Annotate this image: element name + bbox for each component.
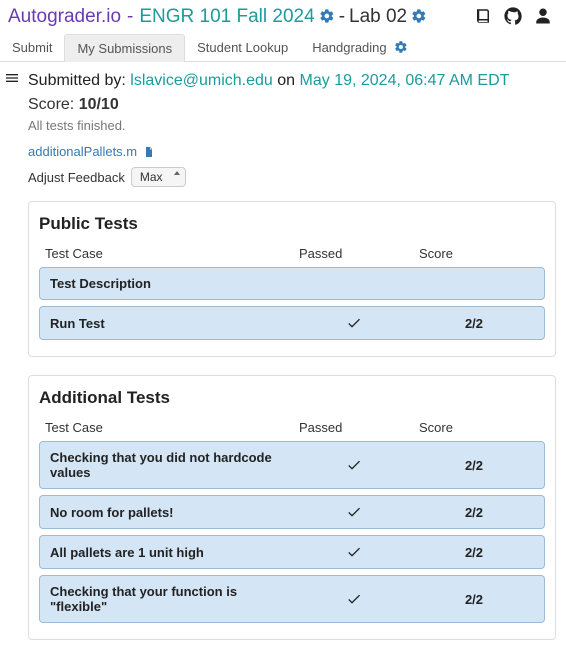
col-score: Score (419, 246, 539, 261)
test-passed (294, 544, 414, 560)
user-icon (534, 7, 552, 25)
lab-settings-gear[interactable] (411, 6, 427, 28)
check-icon (346, 315, 362, 331)
test-table-head: Test CasePassedScore (39, 242, 545, 267)
brand-link[interactable]: Autograder.io (8, 6, 121, 28)
section-title: Additional Tests (39, 388, 545, 408)
file-name: additionalPallets.m (28, 144, 137, 159)
sidebar-toggle[interactable] (4, 73, 20, 89)
github-button[interactable] (504, 7, 522, 28)
test-score: 2/2 (414, 458, 534, 473)
submitted-by-label: Submitted by: (28, 72, 130, 89)
tab-handgrading[interactable]: Handgrading (300, 34, 420, 61)
col-test-case: Test Case (45, 246, 299, 261)
test-name: Checking that your function is "flexible… (50, 584, 294, 614)
gear-icon (394, 40, 408, 54)
github-icon (504, 7, 522, 25)
check-icon (346, 504, 362, 520)
file-icon (143, 145, 155, 159)
test-name: Test Description (50, 276, 294, 291)
breadcrumb-separator: - (127, 6, 133, 28)
test-passed (294, 457, 414, 473)
header-actions (474, 7, 558, 28)
check-icon (346, 457, 362, 473)
status-text: All tests finished. (28, 118, 556, 133)
feedback-select-wrap[interactable]: Max (131, 167, 186, 187)
submitter-link[interactable]: lslavice@umich.edu (130, 72, 273, 89)
course-link[interactable]: ENGR 101 Fall 2024 (139, 6, 314, 28)
test-table-head: Test CasePassedScore (39, 416, 545, 441)
check-icon (346, 544, 362, 560)
test-row[interactable]: All pallets are 1 unit high 2/2 (39, 535, 545, 569)
score-line: Score: 10/10 (28, 96, 556, 114)
tab-submit[interactable]: Submit (0, 34, 64, 61)
app-header: Autograder.io - ENGR 101 Fall 2024 - Lab… (0, 0, 566, 34)
col-test-case: Test Case (45, 420, 299, 435)
check-icon (346, 591, 362, 607)
book-icon (474, 7, 492, 25)
test-name: Checking that you did not hardcode value… (50, 450, 294, 480)
feedback-select[interactable]: Max (131, 167, 186, 187)
gear-icon (411, 8, 427, 24)
test-name: Run Test (50, 316, 294, 331)
test-passed (294, 591, 414, 607)
tab-student-lookup[interactable]: Student Lookup (185, 34, 300, 61)
feedback-label: Adjust Feedback (28, 170, 125, 185)
section-title: Public Tests (39, 214, 545, 234)
test-row[interactable]: Run Test 2/2 (39, 306, 545, 340)
test-passed (294, 504, 414, 520)
test-section: Public Tests Test CasePassedScore Test Des… (28, 201, 556, 357)
submitted-by-line: Submitted by: lslavice@umich.edu on May … (28, 72, 556, 90)
test-passed (294, 315, 414, 331)
test-row[interactable]: Checking that your function is "flexible… (39, 575, 545, 623)
feedback-row: Adjust Feedback Max (28, 167, 556, 187)
test-row[interactable]: No room for pallets! 2/2 (39, 495, 545, 529)
score-value: 10/10 (79, 96, 119, 113)
test-name: No room for pallets! (50, 505, 294, 520)
lab-title: Lab 02 (349, 6, 407, 28)
gear-icon (319, 8, 335, 24)
test-name: All pallets are 1 unit high (50, 545, 294, 560)
account-button[interactable] (534, 7, 552, 28)
menu-icon (4, 70, 20, 86)
submission-timestamp[interactable]: May 19, 2024, 06:47 AM EDT (300, 72, 510, 89)
test-score: 2/2 (414, 545, 534, 560)
tab-handgrading-label: Handgrading (312, 40, 386, 55)
col-passed: Passed (299, 246, 419, 261)
test-score: 2/2 (414, 505, 534, 520)
test-row[interactable]: Test Description (39, 267, 545, 300)
test-section: Additional Tests Test CasePassedScore Chec… (28, 375, 556, 640)
breadcrumb: Autograder.io - ENGR 101 Fall 2024 - Lab… (8, 6, 474, 28)
on-label: on (277, 72, 299, 89)
col-passed: Passed (299, 420, 419, 435)
test-score: 2/2 (414, 592, 534, 607)
score-label: Score: (28, 96, 79, 113)
test-row[interactable]: Checking that you did not hardcode value… (39, 441, 545, 489)
breadcrumb-separator: - (339, 6, 345, 28)
tab-my-submissions[interactable]: My Submissions (64, 34, 185, 62)
col-score: Score (419, 420, 539, 435)
submission-panel: Submitted by: lslavice@umich.edu on May … (24, 62, 566, 668)
test-score: 2/2 (414, 316, 534, 331)
nav-tabs: Submit My Submissions Student Lookup Han… (0, 34, 566, 62)
submitted-file-link[interactable]: additionalPallets.m (28, 144, 155, 159)
docs-button[interactable] (474, 7, 492, 28)
course-settings-gear[interactable] (319, 6, 335, 28)
